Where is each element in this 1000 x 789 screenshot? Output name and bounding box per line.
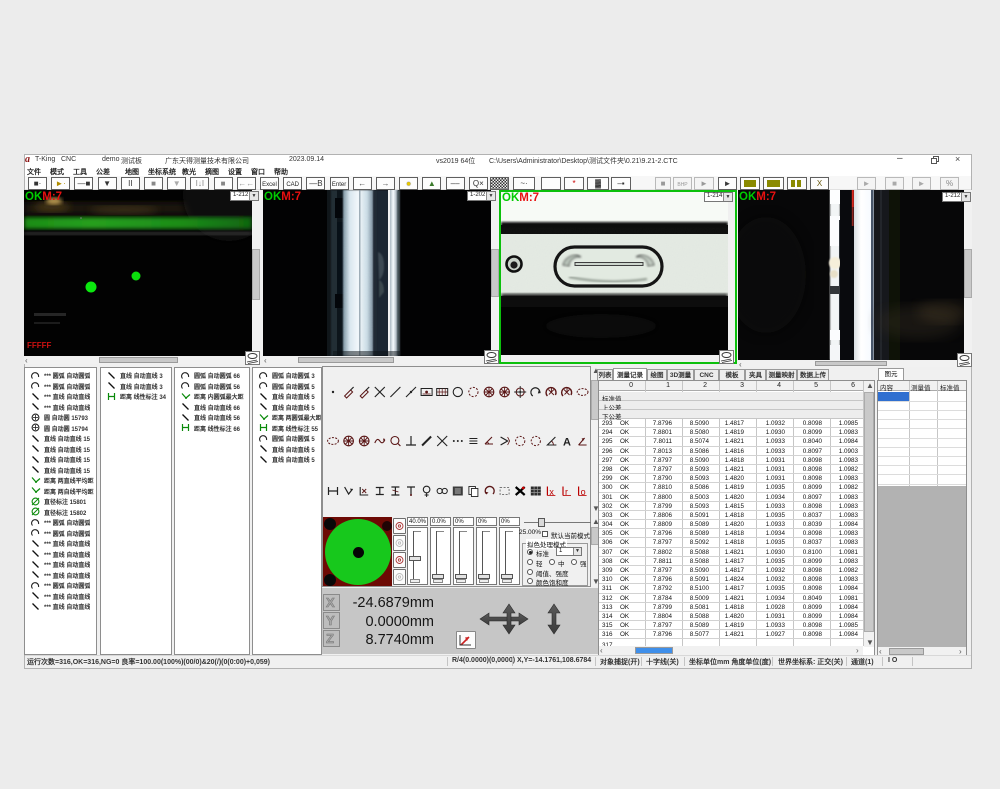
svg-text:A: A bbox=[563, 437, 571, 449]
